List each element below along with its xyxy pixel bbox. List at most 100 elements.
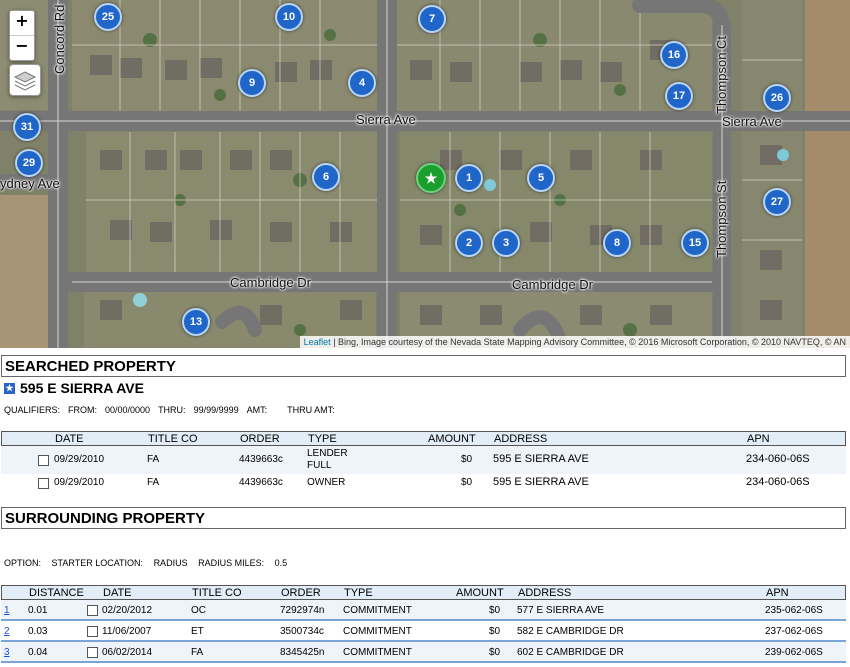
row-checkbox[interactable] <box>87 647 98 658</box>
searched-address-heading: ★ 595 E SIERRA AVE <box>4 380 144 396</box>
table-row: 2 0.03 11/06/2007 ET 3500734c COMMITMENT… <box>1 621 846 642</box>
cell-order: 8345425n <box>280 647 325 658</box>
map-marker[interactable]: 13 <box>182 308 210 336</box>
street-label-sierra-ave: Sierra Ave <box>356 112 416 127</box>
table-header: DATE TITLE CO ORDER TYPE AMOUNT ADDRESS … <box>1 431 846 446</box>
radius-miles-value: 0.5 <box>274 558 288 568</box>
cell-order: 4439663c <box>239 477 283 488</box>
cell-amount: $0 <box>489 647 501 658</box>
map-marker[interactable]: 29 <box>15 149 43 177</box>
row-index-link[interactable]: 3 <box>4 647 10 658</box>
cell-apn: 239-062-06S <box>765 647 823 658</box>
zoom-control: + − <box>9 10 35 61</box>
cell-order: 4439663c <box>239 454 283 465</box>
col-date: DATE <box>55 433 84 445</box>
cell-title-co: FA <box>147 477 160 488</box>
property-map[interactable]: Sierra Ave Sierra Ave Cambridge Dr Cambr… <box>0 0 850 348</box>
street-label-thompson-st: Thompson St <box>714 180 729 258</box>
cell-apn: 234-060-06S <box>746 476 810 488</box>
cell-type: OWNER <box>307 477 346 488</box>
table-row: 3 0.04 06/02/2014 FA 8345425n COMMITMENT… <box>1 642 846 663</box>
row-checkbox[interactable] <box>87 626 98 637</box>
map-marker[interactable]: 16 <box>660 41 688 69</box>
table-header: DISTANCE DATE TITLE CO ORDER TYPE AMOUNT… <box>1 585 846 600</box>
table-row: 1 0.01 02/20/2012 OC 7292974n COMMITMENT… <box>1 600 846 621</box>
col-apn: APN <box>766 587 789 599</box>
attribution-text: | Bing, Image courtesy of the Nevada Sta… <box>330 337 846 347</box>
star-icon: ★ <box>4 382 15 394</box>
cell-type: COMMITMENT <box>343 647 412 658</box>
street-label-cambridge-dr: Cambridge Dr <box>512 277 593 292</box>
cell-address: 602 E CAMBRIDGE DR <box>517 647 624 658</box>
map-marker[interactable]: 7 <box>418 5 446 33</box>
map-marker[interactable]: 25 <box>94 3 122 31</box>
cell-address: 595 E SIERRA AVE <box>493 453 589 465</box>
starter-location-value: RADIUS <box>153 558 188 568</box>
thru-value: 99/99/9999 <box>193 405 239 415</box>
map-marker[interactable]: 27 <box>763 188 791 216</box>
row-checkbox[interactable] <box>38 455 49 466</box>
col-amount: AMOUNT <box>428 433 476 445</box>
col-type: TYPE <box>308 433 337 445</box>
map-marker[interactable]: 4 <box>348 69 376 97</box>
map-attribution: Leaflet | Bing, Image courtesy of the Ne… <box>299 336 850 348</box>
map-marker[interactable]: 3 <box>492 229 520 257</box>
cell-amount: $0 <box>489 605 501 616</box>
col-title-co: TITLE CO <box>148 433 198 445</box>
map-marker[interactable]: 10 <box>275 3 303 31</box>
row-index-link[interactable]: 2 <box>4 626 10 637</box>
searched-property-marker[interactable]: ★ <box>416 163 446 193</box>
layers-button[interactable] <box>9 64 41 96</box>
col-date: DATE <box>103 587 132 599</box>
cell-date: 06/02/2014 <box>102 647 153 658</box>
cell-apn: 234-060-06S <box>746 453 810 465</box>
col-address: ADDRESS <box>518 587 572 599</box>
col-order: ORDER <box>240 433 280 445</box>
row-checkbox[interactable] <box>38 478 49 489</box>
map-marker[interactable]: 5 <box>527 164 555 192</box>
col-type: TYPE <box>344 587 373 599</box>
map-marker[interactable]: 1 <box>455 164 483 192</box>
map-marker[interactable]: 31 <box>13 113 41 141</box>
from-label: FROM: <box>68 405 98 415</box>
map-marker[interactable]: 26 <box>763 84 791 112</box>
cell-address: 595 E SIERRA AVE <box>493 476 589 488</box>
cell-distance: 0.03 <box>28 626 48 637</box>
map-marker[interactable]: 6 <box>312 163 340 191</box>
street-label-concord-rd: Concord Rd <box>52 4 67 74</box>
cell-date: 02/20/2012 <box>102 605 153 616</box>
col-apn: APN <box>747 433 770 445</box>
table-row: 09/29/2010 FA 4439663c LENDER FULL $0 59… <box>1 446 846 474</box>
surrounding-property-title: SURROUNDING PROPERTY <box>1 507 846 529</box>
cell-date: 09/29/2010 <box>54 454 105 465</box>
cell-title-co: ET <box>191 626 204 637</box>
zoom-in-button[interactable]: + <box>10 11 34 35</box>
map-marker[interactable]: 15 <box>681 229 709 257</box>
street-label-thompson-ct: Thompson Ct <box>714 35 729 114</box>
cell-address: 582 E CAMBRIDGE DR <box>517 626 624 637</box>
map-marker[interactable]: 2 <box>455 229 483 257</box>
option-line: OPTION: STARTER LOCATION: RADIUS RADIUS … <box>4 558 295 568</box>
qualifiers-line: QUALIFIERS: FROM: 00/00/0000 THRU: 99/99… <box>4 405 343 415</box>
cell-apn: 237-062-06S <box>765 626 823 637</box>
col-order: ORDER <box>281 587 321 599</box>
cell-apn: 235-062-06S <box>765 605 823 616</box>
map-marker[interactable]: 17 <box>665 82 693 110</box>
surrounding-property-table: DISTANCE DATE TITLE CO ORDER TYPE AMOUNT… <box>1 585 846 663</box>
cell-type: COMMITMENT <box>343 626 412 637</box>
map-marker[interactable]: 9 <box>238 69 266 97</box>
zoom-out-button[interactable]: − <box>10 35 34 60</box>
leaflet-link[interactable]: Leaflet <box>304 337 331 347</box>
row-index-link[interactable]: 1 <box>4 605 10 616</box>
starter-location-label: STARTER LOCATION: <box>51 558 144 568</box>
col-amount: AMOUNT <box>456 587 504 599</box>
street-label-sierra-ave: Sierra Ave <box>722 114 782 129</box>
row-checkbox[interactable] <box>87 605 98 616</box>
cell-date: 09/29/2010 <box>54 477 105 488</box>
searched-address: 595 E SIERRA AVE <box>20 380 144 396</box>
map-marker[interactable]: 8 <box>603 229 631 257</box>
from-value: 00/00/0000 <box>105 405 151 415</box>
cell-type-sub: FULL <box>307 460 332 471</box>
cell-title-co: OC <box>191 605 206 616</box>
cell-address: 577 E SIERRA AVE <box>517 605 605 616</box>
